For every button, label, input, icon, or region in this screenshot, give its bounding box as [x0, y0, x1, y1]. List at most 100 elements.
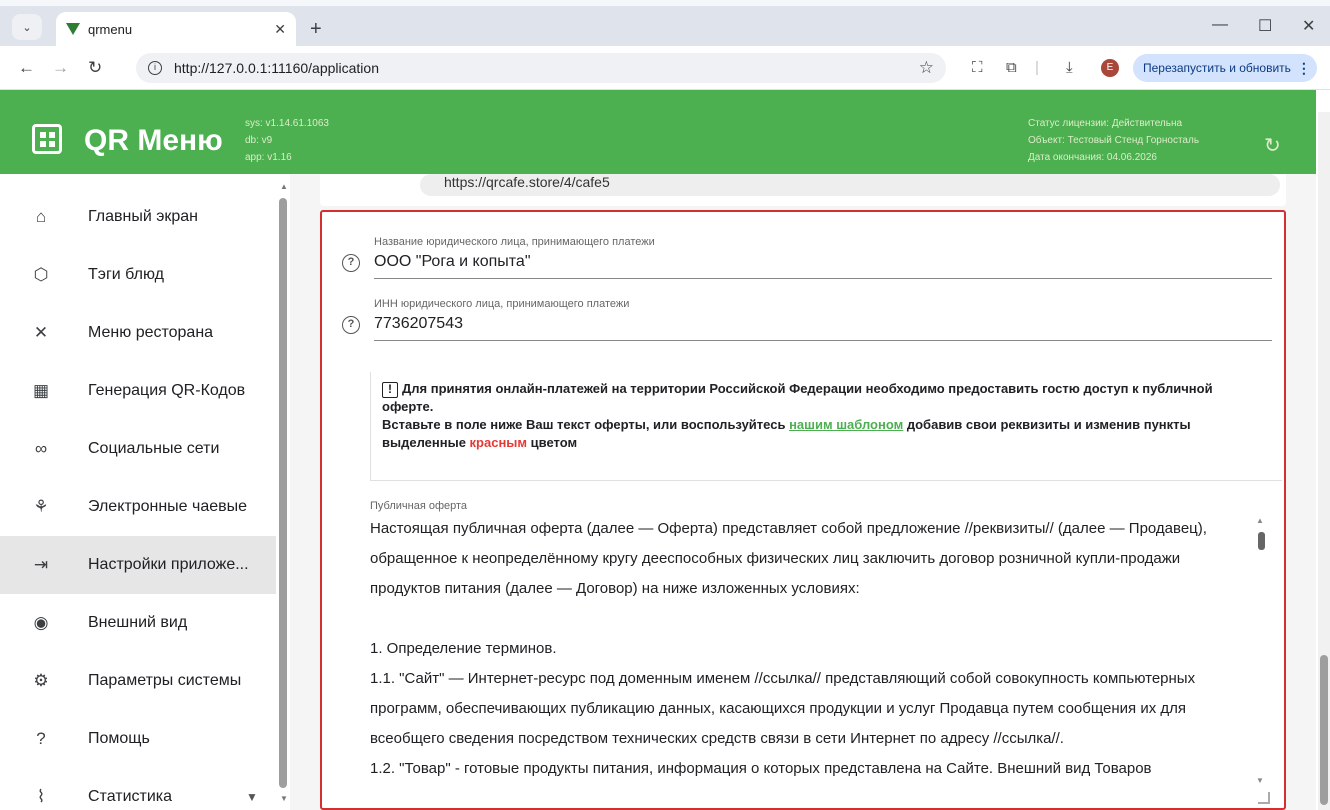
sidebar-item-system[interactable]: ⚙ Параметры системы — [0, 652, 276, 710]
site-info-icon[interactable]: i — [148, 61, 162, 75]
previous-card: https://qrcafe.store/4/cafe5 — [320, 174, 1286, 206]
divider — [370, 480, 1282, 481]
qr-code-icon: ▦ — [32, 381, 50, 400]
scroll-up-icon[interactable]: ▲ — [280, 182, 288, 191]
eye-icon: ◉ — [33, 613, 49, 632]
help-icon[interactable]: ? — [342, 254, 360, 272]
app-settings-icon: ⇥ — [33, 555, 49, 574]
sidebar-item-label: Электронные чаевые — [88, 498, 248, 515]
version-db: db: v9 — [245, 135, 273, 146]
sidebar-item-tags[interactable]: ⬡ Тэги блюд — [0, 246, 276, 304]
download-icon[interactable]: ⤓ — [1066, 59, 1073, 76]
home-icon: ⌂ — [35, 207, 47, 226]
payment-settings-card: ? Название юридического лица, принимающе… — [320, 210, 1286, 810]
omnibox[interactable]: i http://127.0.0.1:11160/application ☆ — [136, 53, 946, 83]
license-expiry: Дата окончания: 04.06.2026 — [1028, 152, 1157, 163]
browser-tab[interactable]: qrmenu ✕ — [56, 12, 296, 46]
license-status: Статус лицензии: Действительна — [1028, 118, 1183, 129]
sidebar-scrollbar[interactable] — [279, 198, 287, 788]
textarea-scroll-up-icon[interactable]: ▲ — [1256, 516, 1264, 525]
sidebar-item-social[interactable]: ∞ Социальные сети — [0, 420, 276, 478]
maximize-button[interactable]: ☐ — [1258, 16, 1272, 36]
gear-icon: ⚙ — [33, 671, 49, 690]
restart-label: Перезапустить и обновить — [1143, 61, 1291, 75]
inn-input[interactable]: 7736207543 — [374, 315, 463, 333]
notice-text-a: Вставьте в поле ниже Ваш текст оферты, и… — [382, 417, 790, 432]
field-underline — [374, 340, 1272, 341]
brand-title: QR Меню — [84, 124, 223, 157]
link-icon: ∞ — [34, 439, 48, 458]
minimize-button[interactable]: — — [1212, 16, 1228, 34]
version-sys: sys: v1.14.61.1063 — [245, 118, 329, 129]
help-icon: ? — [36, 729, 46, 748]
sidebar-item-home[interactable]: ⌂ Главный экран — [0, 188, 276, 246]
sidebar-item-tips[interactable]: ⚘ Электронные чаевые — [0, 478, 276, 536]
profile-avatar[interactable]: E — [1101, 59, 1119, 77]
new-tab-button[interactable]: + — [310, 18, 322, 41]
sidebar: ⌂ Главный экран ⬡ Тэги блюд ✕ Меню ресто… — [0, 174, 290, 810]
extensions-icon[interactable]: ⧉ — [1006, 59, 1017, 76]
tab-search-button[interactable]: ⌄ — [12, 14, 42, 40]
tag-icon: ⬡ — [33, 265, 49, 284]
sidebar-item-label: Внешний вид — [88, 614, 188, 631]
legal-name-input[interactable]: ООО "Рога и копыта" — [374, 253, 531, 271]
field-underline — [374, 278, 1272, 279]
template-link[interactable]: нашим шаблоном — [789, 417, 903, 432]
sidebar-item-label: Помощь — [88, 730, 150, 747]
notice-text-c: цветом — [527, 435, 578, 450]
divider — [370, 372, 371, 480]
back-icon[interactable]: ← — [18, 58, 35, 78]
sidebar-item-label: Тэги блюд — [88, 266, 164, 283]
url-pill: https://qrcafe.store/4/cafe5 — [420, 174, 1280, 196]
offer-label: Публичная оферта — [370, 500, 468, 512]
notice-red-word: красным — [469, 435, 528, 450]
sidebar-item-label: Настройки приложе... — [88, 556, 249, 573]
tips-hand-icon: ⚘ — [33, 497, 49, 516]
vue-favicon-icon — [66, 23, 80, 35]
resize-handle-icon[interactable] — [1258, 792, 1270, 804]
legal-name-label: Название юридического лица, принимающего… — [374, 236, 655, 248]
toolbar-divider: | — [1035, 59, 1039, 76]
tab-close-icon[interactable]: ✕ — [274, 21, 286, 38]
forward-icon[interactable]: → — [52, 58, 69, 78]
address-bar: ← → ↻ i http://127.0.0.1:11160/applicati… — [0, 46, 1330, 90]
restart-update-button[interactable]: Перезапустить и обновить ⋮ — [1133, 54, 1317, 82]
sidebar-item-label: Статистика — [88, 788, 173, 805]
sidebar-item-app-settings[interactable]: ⇥ Настройки приложе... — [0, 536, 276, 594]
refresh-license-icon[interactable]: ↻ — [1264, 133, 1281, 158]
textarea-scroll-down-icon[interactable]: ▼ — [1256, 776, 1264, 785]
sidebar-item-appearance[interactable]: ◉ Внешний вид — [0, 594, 276, 652]
tab-title: qrmenu — [88, 21, 133, 37]
url-text[interactable]: http://127.0.0.1:11160/application — [174, 60, 919, 76]
sidebar-item-help[interactable]: ? Помощь — [0, 710, 276, 768]
offer-notice: ! Для принятия онлайн-платежей на террито… — [382, 380, 1242, 452]
main-content: https://qrcafe.store/4/cafe5 ? Название … — [290, 174, 1316, 810]
sidebar-item-label: Генерация QR-Кодов — [88, 382, 246, 399]
sidebar-item-label: Параметры системы — [88, 672, 242, 689]
scroll-down-icon[interactable]: ▼ — [280, 794, 288, 803]
bookmark-star-icon[interactable]: ☆ — [919, 58, 934, 78]
textarea-scrollbar[interactable] — [1258, 532, 1265, 550]
sidebar-item-label: Меню ресторана — [88, 324, 214, 341]
sidebar-item-stats[interactable]: ⌇ Статистика ▼ — [0, 768, 276, 810]
chevron-down-icon[interactable]: ▼ — [246, 790, 258, 804]
help-icon[interactable]: ? — [342, 316, 360, 334]
browser-tab-bar: ⌄ qrmenu ✕ + — ☐ ✕ — [0, 0, 1330, 46]
close-window-button[interactable]: ✕ — [1302, 16, 1315, 36]
chart-icon: ⌇ — [36, 787, 46, 806]
offer-textarea[interactable]: Настоящая публичная оферта (далее — Офер… — [370, 514, 1242, 804]
license-object: Объект: Тестовый Стенд Горносталь — [1028, 135, 1200, 146]
inn-label: ИНН юридического лица, принимающего плат… — [374, 298, 630, 310]
page-scrollbar-thumb[interactable] — [1320, 655, 1328, 805]
app-header: QR Меню sys: v1.14.61.1063 db: v9 app: v… — [0, 90, 1316, 174]
cutlery-icon: ✕ — [33, 323, 49, 342]
sidebar-item-label: Главный экран — [88, 208, 199, 225]
sidebar-item-label: Социальные сети — [88, 440, 220, 457]
qr-logo-icon — [32, 124, 62, 154]
reload-icon[interactable]: ↻ — [88, 58, 102, 78]
warning-icon: ! — [382, 382, 398, 398]
sidebar-item-qr[interactable]: ▦ Генерация QR-Кодов — [0, 362, 276, 420]
screenshot-icon[interactable]: ⛶ — [972, 59, 983, 76]
more-menu-icon[interactable]: ⋮ — [1297, 60, 1311, 77]
sidebar-item-menu[interactable]: ✕ Меню ресторана — [0, 304, 276, 362]
